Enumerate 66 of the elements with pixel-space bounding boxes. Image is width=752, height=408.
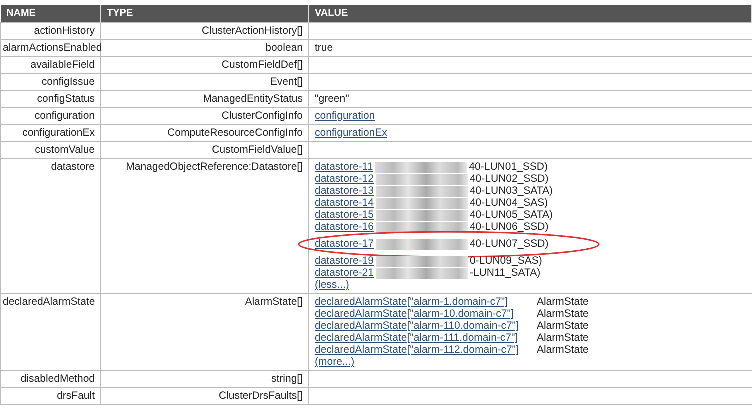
property-type: CustomFieldDef[]: [222, 59, 303, 71]
property-type: Event[]: [270, 76, 303, 88]
datastore-suffix: 40-LUN04_SAS): [470, 197, 548, 209]
datastore-suffix: 40-LUN06_SSD): [470, 221, 549, 233]
alarm-key-link[interactable]: ["alarm-1.domain-c7"]: [407, 296, 508, 308]
property-name: declaredAlarmState: [3, 296, 96, 308]
datastore-link[interactable]: datastore-17: [315, 238, 374, 250]
column-header: NAME: [0, 5, 100, 22]
alarm-key-link[interactable]: ["alarm-110.domain-c7"]: [407, 320, 519, 332]
alarm-key-link[interactable]: ["alarm-10.domain-c7"]: [407, 308, 514, 320]
property-name: datastore: [51, 161, 95, 173]
alarm-type-text: AlarmState: [536, 296, 589, 308]
property-type: ManagedEntityStatus: [203, 93, 303, 105]
property-type: string[]: [271, 373, 303, 385]
column-header: TYPE: [100, 5, 308, 22]
datastore-suffix: 40-LUN02_SSD): [470, 173, 549, 185]
datastore-link[interactable]: datastore-11: [315, 161, 374, 173]
datastore-suffix: -LUN11_SATA): [470, 267, 541, 279]
alarm-type-text: AlarmState: [536, 320, 589, 332]
value-link[interactable]: configurationEx: [315, 127, 388, 139]
alarm-type-text: AlarmState: [536, 308, 589, 320]
datastore-link[interactable]: datastore-15: [315, 209, 374, 221]
alarm-type-text: AlarmState: [536, 344, 589, 356]
alarm-state-link[interactable]: declaredAlarmState: [315, 332, 408, 344]
datastore-link[interactable]: datastore-16: [315, 221, 374, 233]
alarm-state-link[interactable]: declaredAlarmState: [315, 296, 408, 308]
property-name: actionHistory: [34, 25, 95, 37]
property-type: boolean: [266, 42, 303, 54]
property-name: configIssue: [42, 76, 95, 88]
less-link[interactable]: (less...): [315, 279, 350, 291]
property-name: alarmActionsEnabled: [3, 42, 102, 54]
value-text: true: [315, 42, 334, 54]
alarm-type-text: AlarmState: [536, 332, 589, 344]
property-name: drsFault: [57, 390, 95, 402]
property-name: customValue: [35, 144, 95, 156]
property-name: configuration: [34, 110, 95, 122]
datastore-suffix: 40-LUN01_SSD): [469, 161, 548, 173]
property-name: disabledMethod: [20, 373, 95, 385]
datastore-suffix: 0-LUN09_SAS): [470, 255, 542, 267]
datastore-suffix: 40-LUN03_SATA): [470, 185, 554, 197]
value-text: "green": [315, 93, 350, 105]
datastore-link[interactable]: datastore-14: [315, 197, 374, 209]
property-type: ClusterConfigInfo: [222, 110, 303, 122]
datastore-link[interactable]: datastore-21: [315, 267, 374, 279]
alarm-key-link[interactable]: ["alarm-112.domain-c7"]: [407, 344, 519, 356]
alarm-state-link[interactable]: declaredAlarmState: [315, 308, 408, 320]
datastore-suffix: 40-LUN05_SATA): [470, 209, 554, 221]
alarm-state-link[interactable]: declaredAlarmState: [315, 320, 408, 332]
property-name: configurationEx: [22, 127, 95, 139]
property-type: ManagedObjectReference:Datastore[]: [126, 161, 303, 173]
property-type: AlarmState[]: [245, 296, 303, 308]
datastore-link[interactable]: datastore-12: [315, 173, 374, 185]
property-type: ClusterActionHistory[]: [202, 25, 303, 37]
property-type: ComputeResourceConfigInfo: [168, 127, 303, 139]
column-header: VALUE: [308, 5, 752, 22]
datastore-link[interactable]: datastore-13: [315, 185, 374, 197]
property-type: ClusterDrsFaults[]: [218, 390, 303, 402]
datastore-link[interactable]: datastore-19: [315, 255, 374, 267]
alarm-state-link[interactable]: declaredAlarmState: [315, 344, 408, 356]
datastore-suffix: 40-LUN07_SSD): [470, 238, 549, 250]
value-link[interactable]: configuration: [315, 110, 376, 122]
property-name: configStatus: [37, 93, 95, 105]
property-name: availableField: [30, 59, 95, 71]
more-link[interactable]: (more...): [315, 356, 355, 368]
property-type: CustomFieldValue[]: [212, 144, 303, 156]
alarm-key-link[interactable]: ["alarm-111.domain-c7"]: [407, 332, 518, 344]
